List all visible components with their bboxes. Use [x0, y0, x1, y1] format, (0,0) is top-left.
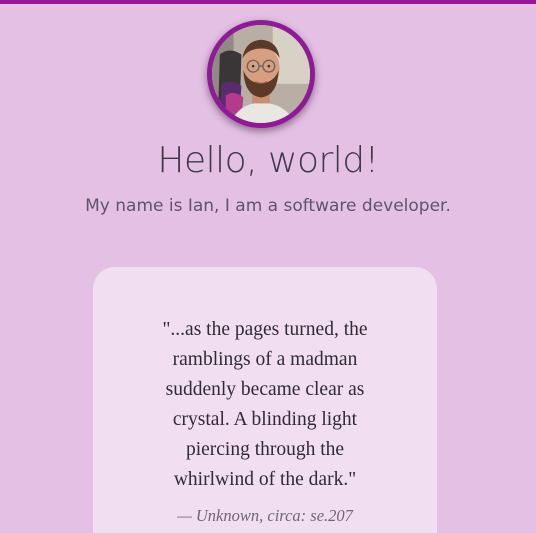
- quote-attribution: — Unknown, circa: se.207: [177, 506, 353, 525]
- quote-text: "...as the pages turned, the ramblings o…: [162, 319, 368, 490]
- avatar: [207, 20, 315, 128]
- intro-subtitle: My name is Ian, I am a software develope…: [85, 196, 451, 216]
- page-title: Hello, world!: [157, 140, 379, 181]
- profile-photo-icon: [212, 25, 310, 123]
- quote-card: "...as the pages turned, the ramblings o…: [93, 267, 437, 533]
- top-accent-bar: [0, 0, 536, 4]
